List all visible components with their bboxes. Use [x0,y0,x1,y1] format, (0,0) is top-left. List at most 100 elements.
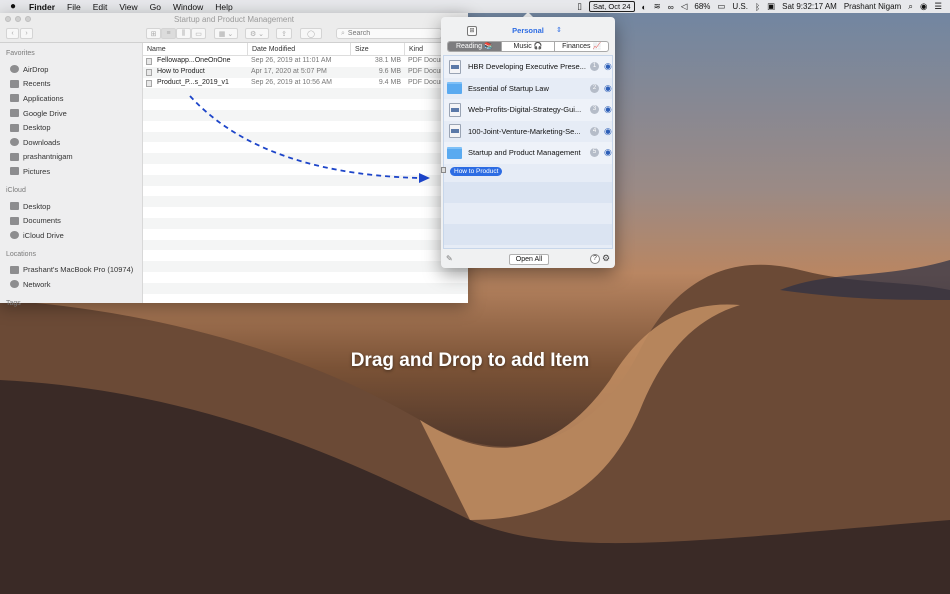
battery-percent[interactable]: 68% [694,2,710,11]
sidebar-item-applications[interactable]: Applications [0,91,142,106]
bookmark-list: HBR Developing Executive Prese... 1 ◉ Es… [441,55,613,249]
list-view-button[interactable]: ≡ [161,28,176,39]
menu-edit[interactable]: Edit [93,2,108,12]
sidebar-item-recents[interactable]: Recents [0,77,142,92]
siri-icon[interactable]: ◉ [920,1,927,12]
sidebar-item-icloud-desktop[interactable]: Desktop [0,199,142,214]
apple-menu-icon[interactable]: ● [10,1,16,12]
menu-file[interactable]: File [67,2,81,12]
download-icon [10,138,19,147]
settings-gear-icon[interactable]: ⚙ [602,253,610,264]
screen-icon[interactable]: ▣ [767,1,775,12]
tab-music[interactable]: Music 🎧 [502,42,556,51]
tag-button[interactable]: ◯ [300,28,322,39]
pdf-file-icon [146,68,152,76]
share-button[interactable]: ⇪ [276,28,292,39]
sidebar-item-label: Desktop [23,123,51,133]
clock[interactable]: Sat 9:32:17 AM [782,2,837,11]
column-view-button[interactable]: ⫼ [176,28,191,39]
action-button[interactable]: ⚙ ⌄ [245,28,269,39]
pictures-icon [10,167,19,176]
menu-window[interactable]: Window [173,2,203,12]
sidebar-item-label: Network [23,279,51,289]
table-row[interactable]: Product_P...s_2019_v1 Sep 26, 2019 at 10… [143,78,468,89]
eye-icon[interactable]: ◉ [604,83,612,94]
eye-icon[interactable]: ◉ [604,104,612,115]
tag-icon: ◯ [307,30,315,38]
sidebar-header-locations: Locations [6,250,36,258]
glasses-icon[interactable]: ∞ [668,2,674,12]
finder-window: Startup and Product Management ‹ › ⊞ ≡ ⫼… [0,13,468,307]
list-item[interactable]: Startup and Product Management 5 ◉ [444,142,612,164]
column-header-size[interactable]: Size [351,43,405,55]
column-header-date[interactable]: Date Modified [248,43,351,55]
back-button[interactable]: ‹ [6,28,19,39]
category-tabs: Reading 📚 Music 🎧 Finances 📈 [447,41,609,52]
list-item[interactable]: HBR Developing Executive Prese... 1 ◉ [444,56,612,78]
menu-finder[interactable]: Finder [29,2,55,12]
list-item[interactable]: Essential of Startup Law 2 ◉ [444,78,612,100]
item-number-badge: 4 [590,126,599,136]
spotlight-search-icon[interactable]: ⌕ [908,1,913,12]
gallery-view-button[interactable]: ▭ [191,28,206,39]
volume-icon[interactable]: ◁ [681,1,688,12]
table-row[interactable]: How to Product Apr 17, 2020 at 5:07 PM 9… [143,66,468,78]
input-source[interactable]: U.S. [732,2,748,11]
tab-reading[interactable]: Reading 📚 [448,42,502,51]
sidebar-item-label: Documents [23,216,61,226]
menu-view[interactable]: View [119,2,137,12]
bookmark-app-icon[interactable]: ▯ [577,1,582,12]
sidebar-item-airdrop[interactable]: AirDrop [0,62,142,77]
file-size: 9.6 MB [378,67,401,75]
sidebar-item-pictures[interactable]: Pictures [0,164,142,179]
file-list: Name Date Modified Size Kind Fellowapp..… [143,43,468,303]
sidebar-item-icloud-drive[interactable]: iCloud Drive [0,228,142,243]
sidebar-item-home[interactable]: prashantnigam [0,150,142,165]
bluetooth-icon[interactable]: ᛒ [755,2,760,12]
sidebar-item-documents[interactable]: Documents [0,213,142,228]
sidebar-item-desktop[interactable]: Desktop [0,120,142,135]
sidebar-item-label: Applications [23,93,64,103]
sidebar-item-network[interactable]: Network [0,277,142,292]
desktop-icon [10,123,19,132]
sidebar-item-downloads[interactable]: Downloads [0,135,142,150]
search-field[interactable]: ⌕ [336,28,442,39]
pin-icon[interactable]: ✎ [446,254,453,263]
list-item[interactable]: Web-Profits-Digital-Strategy-Gui... 3 ◉ [444,99,612,121]
battery-icon[interactable]: ▭ [717,1,725,12]
column-header-name[interactable]: Name [143,43,248,55]
sidebar-item-label: Desktop [23,201,51,211]
sidebar-item-macbook[interactable]: Prashant's MacBook Pro (10974) [0,263,142,278]
dark-mode-icon[interactable]: ◐ [642,2,647,12]
list-icon: ≡ [166,30,171,37]
menu-help[interactable]: Help [215,2,232,12]
wifi-icon[interactable]: ≋ [654,1,661,12]
profile-name: Personal [512,26,544,35]
forward-button[interactable]: › [20,28,33,39]
tab-finances[interactable]: Finances 📈 [555,42,608,51]
menu-go[interactable]: Go [150,2,161,12]
file-rows: Fellowapp...OneOnOne Sep 26, 2019 at 11:… [143,56,468,294]
eye-icon[interactable]: ◉ [604,147,612,158]
date-badge[interactable]: Sat, Oct 24 [588,1,635,12]
profile-selector[interactable]: Personal ⇕ [441,26,615,35]
list-item[interactable]: 100-Joint-Venture-Marketing-Se... 4 ◉ [444,121,612,143]
file-date: Sep 26, 2019 at 10:56 AM [251,78,332,86]
eye-icon[interactable]: ◉ [604,61,612,72]
item-number-badge: 1 [590,62,599,72]
sidebar-item-label: Prashant's MacBook Pro (10974) [23,265,134,275]
group-button[interactable]: ▦ ⌄ [214,28,238,39]
sidebar-item-google-drive[interactable]: Google Drive [0,106,142,121]
user-name[interactable]: Prashant Nigam [844,2,901,11]
notification-center-icon[interactable]: ☰ [934,1,942,12]
icon-view-button[interactable]: ⊞ [146,28,161,39]
eye-icon[interactable]: ◉ [604,126,612,137]
help-button[interactable]: ? [590,254,600,264]
folder-icon [10,109,19,118]
search-input[interactable] [347,30,428,37]
drop-target-row[interactable]: How to Product [441,164,612,178]
table-row[interactable]: Fellowapp...OneOnOne Sep 26, 2019 at 11:… [143,56,468,67]
pdf-file-icon [449,124,461,139]
globe-icon [10,280,19,289]
open-all-button[interactable]: Open All [509,254,549,265]
